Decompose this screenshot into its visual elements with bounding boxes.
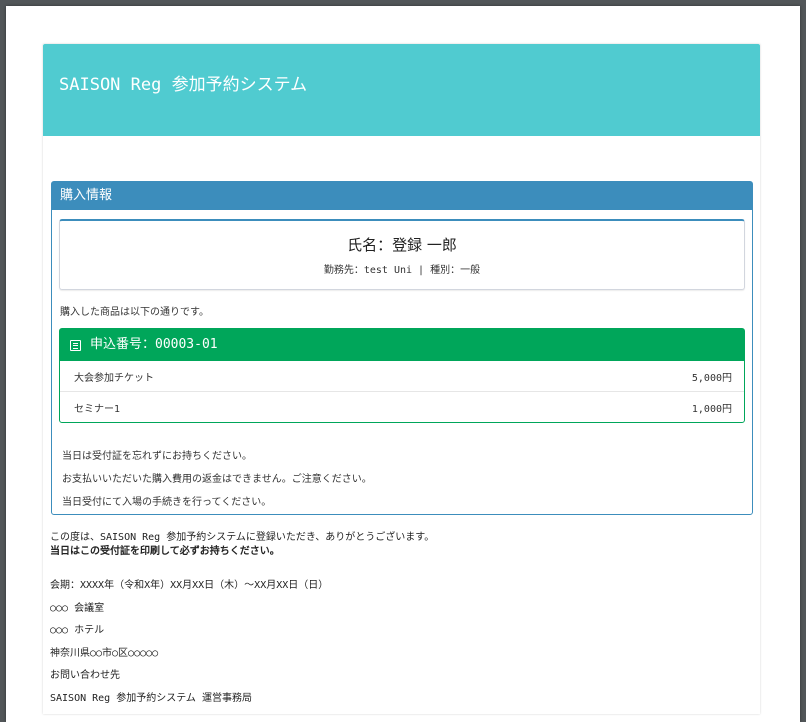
order-item-row: セミナー1 1,000円 (60, 392, 744, 422)
event-period: 会期：XXXX年（令和X年）XX月XX日（木）～XX月XX日（日） (50, 580, 329, 591)
order-number: 申込番号：00003-01 (90, 337, 218, 352)
item-price: 1,000円 (691, 403, 732, 415)
list-icon (70, 339, 81, 351)
note-line: 当日受付にて入場の手続きを行ってください。 (62, 497, 272, 508)
notes-list: 当日は受付証を忘れずにお持ちください。 お支払いいただいた購入費用の返金はできま… (62, 445, 752, 514)
registrant-name: 氏名：登録 一郎 (347, 236, 457, 254)
panel-title: 購入情報 (52, 182, 752, 210)
bring-notice: 当日はこの受付証を印刷して必ずお持ちください。 (50, 546, 280, 557)
note-line: 当日は受付証を忘れずにお持ちください。 (62, 451, 252, 462)
note-line: お支払いいただいた購入費用の返金はできません。ご注意ください。 (62, 474, 372, 485)
address-line: 神奈川県○○市○区○○○○○ (50, 647, 159, 659)
order-box: 申込番号：00003-01 大会参加チケット 5,000円 セミナー1 1,00… (59, 328, 745, 423)
item-label: 大会参加チケット (74, 372, 154, 384)
thanks-text: この度は、SAISON Reg 参加予約システムに登録いただき、ありがとうござい… (50, 532, 435, 543)
order-header: 申込番号：00003-01 (60, 329, 744, 361)
app-title: SAISON Reg 参加予約システム (59, 75, 308, 95)
item-price: 5,000円 (691, 372, 732, 384)
event-info: 会期：XXXX年（令和X年）XX月XX日（木）～XX月XX日（日） ○○○ 会議… (50, 575, 434, 710)
item-label: セミナー1 (74, 403, 121, 415)
contact-heading: お問い合わせ先 (50, 670, 120, 681)
receipt-sheet: SAISON Reg 参加予約システム 購入情報 氏名：登録 一郎 勤務先：te… (43, 44, 760, 714)
venue-line: ○○○ 会議室 (50, 602, 105, 614)
contact-office: SAISON Reg 参加予約システム 運営事務局 (50, 692, 252, 704)
purchase-intro: 購入した商品は以下の通りです。 (60, 307, 209, 318)
purchase-info-panel: 購入情報 氏名：登録 一郎 勤務先：test Uni | 種別：一般 購入した商… (51, 181, 753, 515)
app-header: SAISON Reg 参加予約システム (43, 44, 760, 136)
footer-info: この度は、SAISON Reg 参加予約システムに登録いただき、ありがとうござい… (50, 531, 434, 710)
document-page: SAISON Reg 参加予約システム 購入情報 氏名：登録 一郎 勤務先：te… (6, 6, 800, 722)
registrant-affiliation: 勤務先：test Uni | 種別：一般 (323, 265, 481, 276)
venue-line: ○○○ ホテル (50, 625, 105, 636)
order-item-row: 大会参加チケット 5,000円 (60, 361, 744, 392)
registrant-box: 氏名：登録 一郎 勤務先：test Uni | 種別：一般 (59, 219, 745, 290)
